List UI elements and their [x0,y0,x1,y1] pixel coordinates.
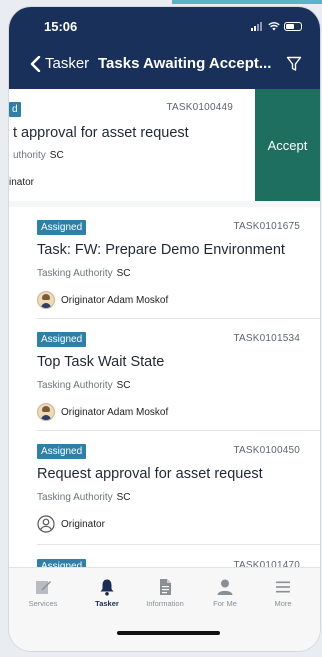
originator: Originator Adam Moskof [37,403,168,421]
tab-services[interactable]: Services [13,578,73,608]
tab-label: For Me [213,599,237,608]
originator-name: Originator [61,518,105,530]
task-card[interactable]: d TASK0100449 t approval for asset reque… [9,89,255,201]
task-title: Request approval for asset request [37,466,263,482]
person-icon [217,579,233,595]
task-card[interactable]: Assigned TASK0101675 Task: FW: Prepare D… [9,207,320,319]
task-id: TASK0101470 [233,560,300,567]
originator: Originator Adam Moskof [37,291,168,309]
authority-label: Tasking Authority [37,380,113,391]
tasking-authority: Tasking Authority SC [37,268,131,279]
tasking-authority: Tasking Authority SC [37,492,131,503]
authority-label: Tasking Authority [37,268,113,279]
avatar [37,403,55,421]
tab-for-me[interactable]: For Me [195,578,255,608]
task-list[interactable]: d TASK0100449 t approval for asset reque… [9,89,320,567]
originator-name: Originator Adam Moskof [61,294,169,306]
filter-icon[interactable] [286,56,302,72]
authority-label: uthority [13,150,46,161]
navigation-bar: Tasker Tasks Awaiting Accept... [9,53,320,81]
tasking-authority: Tasking Authority SC [37,380,131,391]
tab-label: More [274,599,292,608]
status-badge: Assigned [37,444,87,459]
document-icon [160,579,171,595]
task-card[interactable]: Assigned TASK0100450 Request approval fo… [9,431,320,545]
status-time: 15:06 [44,19,78,34]
tab-label: Information [146,599,184,608]
task-title: t approval for asset request [13,125,189,141]
status-badge: Assigned [37,332,87,347]
person-icon [37,515,55,533]
tab-more[interactable]: More [253,578,313,608]
task-title: Top Task Wait State [37,354,165,370]
tab-bar: Services Tasker Information For Me More [9,567,320,651]
task-id: TASK0100449 [166,102,233,113]
status-icons [251,21,302,31]
back-button[interactable]: Tasker [29,55,89,72]
battery-icon [284,21,302,31]
tab-information[interactable]: Information [135,578,195,608]
authority-value: SC [49,150,64,161]
tab-label: Services [28,599,58,608]
chevron-left-icon [30,55,41,72]
status-bar: 15:06 [9,19,320,39]
task-id: TASK0100450 [233,445,300,456]
home-indicator [117,631,220,635]
originator: inator [9,177,35,188]
signal-icon [251,21,264,31]
authority-label: Tasking Authority [37,492,113,503]
background-accent [172,0,322,4]
edit-icon [36,581,51,594]
authority-value: SC [116,268,131,279]
status-badge: d [9,102,21,117]
status-badge: Assigned [37,220,87,235]
avatar [37,291,55,309]
task-id: TASK0101534 [233,333,300,344]
status-badge: Assigned [37,559,87,567]
wifi-icon [268,22,280,31]
back-label: Tasker [45,55,90,72]
menu-icon [276,581,290,593]
task-card[interactable]: Assigned TASK0101534 Top Task Wait State… [9,319,320,431]
tab-tasker[interactable]: Tasker [77,578,137,608]
page-title: Tasks Awaiting Accept... [98,55,272,72]
originator: Originator [37,515,105,533]
task-card[interactable]: Assigned TASK0101470 [9,545,320,567]
tasking-authority: uthority SC [13,150,64,161]
accept-button[interactable]: Accept [255,89,320,201]
phone-screen: 15:06 Tasker Tasks Awaiting Accept... d … [9,7,320,651]
authority-value: SC [116,492,131,503]
task-id: TASK0101675 [233,221,300,232]
originator-name: Originator Adam Moskof [61,406,169,418]
task-title: Task: FW: Prepare Demo Environment [37,242,285,258]
authority-value: SC [116,380,131,391]
header-bar: 15:06 Tasker Tasks Awaiting Accept... [9,7,320,89]
swiped-task-row[interactable]: d TASK0100449 t approval for asset reque… [9,89,320,201]
tab-label: Tasker [95,599,119,608]
bell-icon [100,579,114,596]
